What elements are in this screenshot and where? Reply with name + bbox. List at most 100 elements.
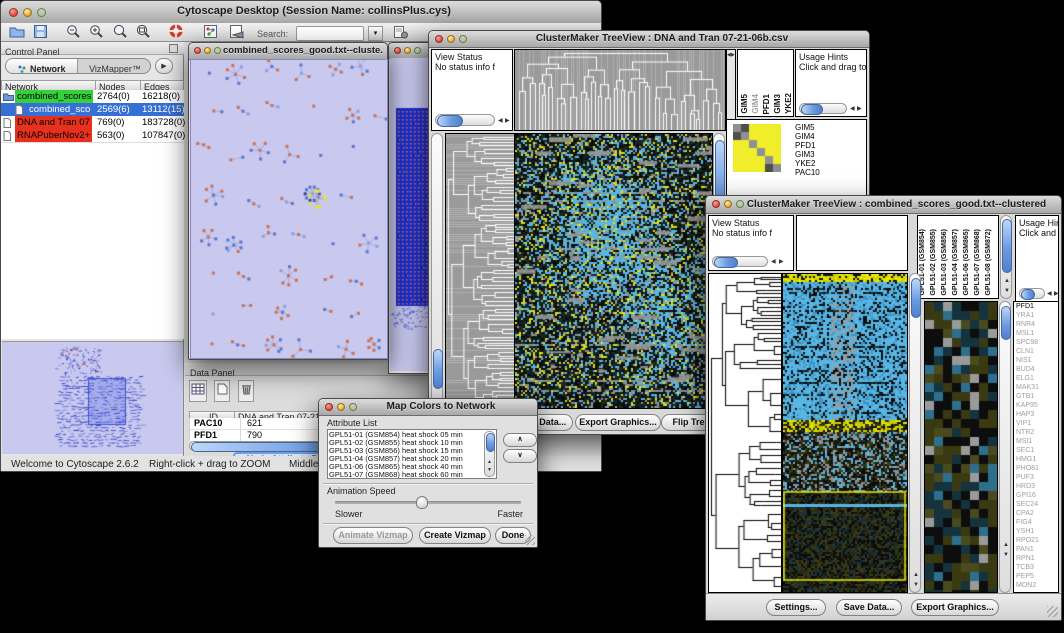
heatmap-column-label[interactable]: GIM3 [773,94,782,114]
heatmap-column-label[interactable]: PFD1 [762,94,771,114]
heatmap-column-label[interactable]: GPL51-02 (GSM855) [930,229,940,296]
gene-label[interactable]: YSH1 [1014,527,1058,536]
gene-label[interactable]: SEC1 [1014,446,1058,455]
scroll-thumb[interactable] [1001,306,1011,340]
tv2-heatmap[interactable] [782,273,908,593]
help-lifebuoy-icon[interactable] [168,23,185,44]
tab-vizmapper[interactable]: VizMapper™ [78,59,151,74]
close-icon[interactable] [9,8,18,17]
close-icon[interactable] [194,47,201,54]
heatmap-column-label[interactable]: YKE2 [784,93,793,114]
attribute-list-item[interactable]: GPL51-02 (GSM855) heat shock 10 min [329,439,483,447]
minimize-icon[interactable] [404,47,411,54]
tabs-overflow-button[interactable]: ▶ [155,58,173,74]
scroll-thumb[interactable] [801,104,823,115]
gene-label[interactable]: VIP1 [1014,419,1058,428]
network-name[interactable]: RNAPuberNov2+ [15,129,92,142]
tab-network[interactable]: Network [6,59,78,74]
tv1-status-hscrollbar[interactable] [435,114,495,126]
scroll-down-icon[interactable]: ▼ [487,468,492,473]
network-list-row[interactable]: RNAPuberNov2+563(0)107847(0) [1,129,184,142]
gene-label[interactable]: HRD3 [1014,482,1058,491]
gene-label[interactable]: NIS1 [1014,356,1058,365]
network-overview-canvas[interactable] [2,342,183,454]
gene-label[interactable]: GPI16 [1014,491,1058,500]
delete-attribute-icon[interactable] [238,380,254,402]
gene-label[interactable]: HAP3 [1014,410,1058,419]
row-dendrogram-canvas[interactable] [446,134,514,408]
matrix-row-label[interactable]: GIM5 [795,123,863,132]
network-view1-canvas[interactable] [190,59,388,359]
matrix-row-label[interactable]: GIM3 [795,150,863,159]
resize-grip[interactable] [1047,606,1058,617]
gene-label[interactable]: TCB3 [1014,563,1058,572]
tv1-button-export-graphics[interactable]: Export Graphics... [575,414,661,431]
tv2-zoom-vscrollbar[interactable]: ▲ ▼ [999,301,1011,593]
search-options-icon[interactable] [393,24,409,44]
vizmapper-icon[interactable] [203,24,218,44]
scroll-down-icon[interactable]: ▼ [1004,288,1010,294]
scroll-right-icon[interactable]: ▶ [505,118,510,124]
tv2-status-hscrollbar[interactable] [712,256,768,267]
heatmap-column-label[interactable]: GPL51-07 (GSM868) [974,229,984,296]
tv1-row-dendrogram[interactable] [445,133,515,409]
tv2-usage-hscrollbar[interactable] [1019,288,1045,299]
float-panel-icon[interactable] [169,44,178,53]
gene-label[interactable]: FIG4 [1014,518,1058,527]
tv1-heatmap[interactable] [514,133,713,409]
gene-label[interactable]: PFD1 [1014,302,1058,311]
network-list-row[interactable]: combined_scores2764(0)16218(0) [1,90,184,103]
scroll-right-icon[interactable]: ▶ [779,259,784,265]
matrix-row-label[interactable]: YKE2 [795,159,863,168]
scroll-down-icon[interactable]: ▼ [1003,552,1009,558]
tv2-row-dendrogram[interactable] [708,273,782,593]
move-down-button[interactable]: ∨ [503,449,537,463]
network-name[interactable]: DNA and Tran 07 [15,116,92,129]
gene-label[interactable]: RPN1 [1014,554,1058,563]
minimize-icon[interactable] [337,403,345,411]
tv1-row-dendrogram-vscrollbar[interactable] [431,133,443,409]
gene-label[interactable]: ELG1 [1014,374,1058,383]
close-icon[interactable] [325,403,333,411]
attribute-list-item[interactable]: GPL51-04 (GSM857) heat shock 20 min [329,455,483,463]
heatmap-column-label[interactable]: GPL51-03 (GSM856) [941,229,951,296]
scroll-left-icon[interactable]: ◀ [771,259,776,265]
scroll-down-icon[interactable]: ▼ [913,582,919,588]
tv2-collabels-vscrollbar[interactable]: ▲ ▼ [1000,215,1012,299]
scroll-thumb[interactable] [437,115,463,127]
heatmap-column-label[interactable]: GIM4 [751,94,760,114]
tv2-button-settings[interactable]: Settings... [766,599,826,616]
gene-label[interactable]: PHO81 [1014,464,1058,473]
tv2-zoom-heatmap[interactable] [924,301,998,593]
zoom-fit-icon[interactable] [135,24,151,44]
gene-label[interactable]: YRA1 [1014,311,1058,320]
scroll-up-icon[interactable]: ▲ [1004,278,1010,284]
scroll-thumb[interactable] [1021,289,1035,300]
network-list-row[interactable]: DNA and Tran 07769(0)183728(0) [1,116,184,129]
cluster-matrix-canvas[interactable] [733,124,781,172]
gene-label[interactable]: PUF3 [1014,473,1058,482]
scroll-left-icon[interactable]: ◀ [850,106,855,112]
tv1-usage-hscrollbar[interactable] [799,103,847,114]
heatmap-column-label[interactable]: GPL51-04 (GSM857) [952,229,962,296]
attribute-list-item[interactable]: GPL51-01 (GSM854) heat shock 05 min [329,431,483,439]
attribute-listbox[interactable]: GPL51-01 (GSM854) heat shock 05 minGPL51… [327,429,497,479]
dialog-title-bar[interactable]: Map Colors to Network [319,399,537,416]
zoom-selected-icon[interactable] [112,24,128,44]
gene-label[interactable]: NTR2 [1014,428,1058,437]
gene-label[interactable]: RPO21 [1014,536,1058,545]
move-up-button[interactable]: ∧ [503,433,537,447]
gene-label[interactable]: CPA2 [1014,509,1058,518]
slider-thumb[interactable] [416,496,428,509]
tv2-heatmap-vscrollbar[interactable]: ▲ ▼ [909,273,921,593]
network-list-row[interactable]: combined_sco2569(6)13112(15) [1,103,184,116]
gene-label[interactable]: MAK31 [1014,383,1058,392]
gene-label[interactable]: KAP95 [1014,401,1058,410]
network-name[interactable]: combined_scores [15,90,93,103]
gene-label[interactable]: MSL1 [1014,329,1058,338]
select-attributes-icon[interactable] [189,380,207,402]
minimize-icon[interactable] [23,8,32,17]
scroll-right-icon[interactable]: ▶ [1054,291,1059,297]
scroll-left-icon[interactable]: ◀ [498,118,503,124]
attribute-list-item[interactable]: GPL51-06 (GSM865) heat shock 40 min [329,463,483,471]
